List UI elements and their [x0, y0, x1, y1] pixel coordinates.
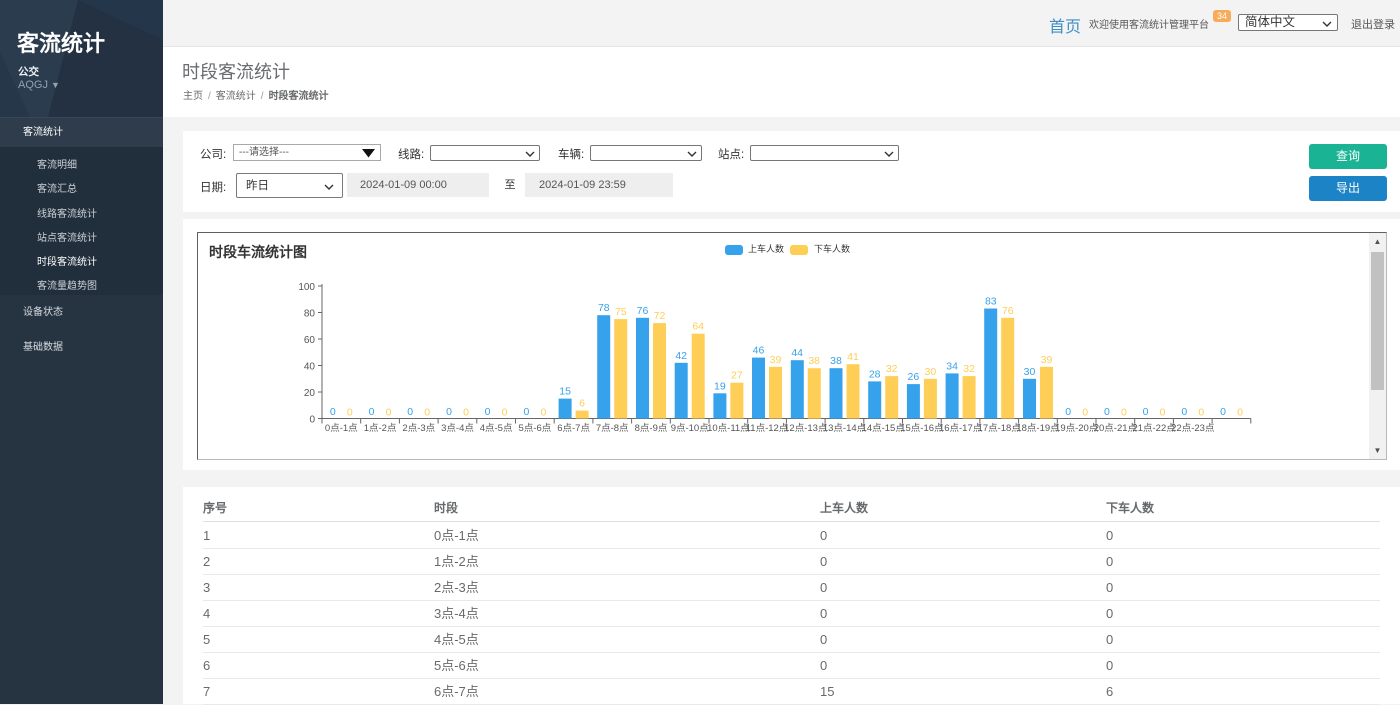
svg-text:100: 100: [298, 282, 315, 293]
svg-text:5点-6点: 5点-6点: [519, 423, 552, 434]
svg-text:6点-7点: 6点-7点: [557, 423, 590, 434]
svg-text:83: 83: [985, 296, 997, 308]
svg-text:0: 0: [369, 406, 375, 418]
svg-text:32: 32: [963, 363, 975, 375]
svg-text:20: 20: [304, 388, 316, 399]
svg-text:20点-21点: 20点-21点: [1094, 423, 1138, 434]
svg-text:64: 64: [692, 321, 704, 333]
svg-text:44: 44: [791, 347, 803, 359]
svg-text:0: 0: [1220, 406, 1226, 418]
svg-text:34: 34: [946, 360, 958, 372]
svg-text:0: 0: [1160, 406, 1166, 418]
svg-text:22点-23点: 22点-23点: [1171, 423, 1215, 434]
svg-text:0: 0: [446, 406, 452, 418]
svg-text:0: 0: [424, 406, 430, 418]
svg-text:21点-22点: 21点-22点: [1132, 423, 1176, 434]
svg-text:0: 0: [1121, 406, 1127, 418]
svg-text:16点-17点: 16点-17点: [939, 423, 983, 434]
svg-text:10点-11点: 10点-11点: [707, 423, 750, 434]
svg-text:0: 0: [386, 406, 392, 418]
svg-text:0: 0: [1143, 406, 1149, 418]
svg-text:76: 76: [1002, 305, 1014, 317]
svg-text:15点-16点: 15点-16点: [900, 423, 944, 434]
svg-text:78: 78: [598, 302, 610, 314]
svg-text:26: 26: [908, 371, 920, 383]
svg-text:13点-14点: 13点-14点: [823, 423, 867, 434]
svg-text:39: 39: [1041, 354, 1053, 366]
svg-text:0: 0: [1181, 406, 1187, 418]
svg-text:0: 0: [407, 406, 413, 418]
svg-text:46: 46: [753, 345, 765, 357]
svg-text:42: 42: [675, 350, 687, 362]
svg-text:4点-5点: 4点-5点: [480, 423, 513, 434]
svg-text:38: 38: [808, 355, 820, 367]
svg-text:9点-10点: 9点-10点: [671, 423, 710, 434]
svg-text:39: 39: [770, 354, 782, 366]
svg-text:12点-13点: 12点-13点: [784, 423, 828, 434]
svg-text:60: 60: [304, 335, 316, 346]
svg-text:80: 80: [304, 309, 316, 320]
svg-text:0: 0: [485, 406, 491, 418]
svg-text:0: 0: [1237, 406, 1243, 418]
svg-text:38: 38: [830, 355, 842, 367]
svg-text:14点-15点: 14点-15点: [862, 423, 906, 434]
svg-text:0: 0: [1082, 406, 1088, 418]
svg-text:19点-20点: 19点-20点: [1055, 423, 1099, 434]
svg-text:6: 6: [579, 398, 585, 410]
svg-text:18点-19点: 18点-19点: [1016, 423, 1060, 434]
svg-text:7点-8点: 7点-8点: [596, 423, 629, 434]
svg-text:0: 0: [309, 415, 315, 426]
svg-text:11点-12点: 11点-12点: [746, 423, 789, 434]
svg-text:0: 0: [347, 406, 353, 418]
svg-text:30: 30: [925, 366, 937, 378]
svg-text:27: 27: [731, 370, 743, 382]
svg-text:3点-4点: 3点-4点: [441, 423, 474, 434]
svg-text:0: 0: [1198, 406, 1204, 418]
svg-text:76: 76: [637, 305, 649, 317]
svg-text:75: 75: [615, 306, 627, 318]
svg-text:2点-3点: 2点-3点: [402, 423, 435, 434]
svg-text:0: 0: [502, 406, 508, 418]
svg-text:0点-1点: 0点-1点: [325, 423, 358, 434]
svg-text:30: 30: [1024, 366, 1036, 378]
svg-text:0: 0: [1104, 406, 1110, 418]
svg-text:41: 41: [847, 351, 859, 363]
svg-text:8点-9点: 8点-9点: [635, 423, 668, 434]
svg-text:0: 0: [463, 406, 469, 418]
svg-text:19: 19: [714, 380, 726, 392]
svg-text:72: 72: [654, 310, 666, 322]
svg-text:0: 0: [1065, 406, 1071, 418]
svg-text:1点-2点: 1点-2点: [364, 423, 397, 434]
svg-text:32: 32: [886, 363, 898, 375]
svg-text:0: 0: [330, 406, 336, 418]
svg-text:28: 28: [869, 368, 881, 380]
svg-text:17点-18点: 17点-18点: [978, 423, 1022, 434]
svg-text:0: 0: [540, 406, 546, 418]
svg-text:0: 0: [523, 406, 529, 418]
svg-text:40: 40: [304, 362, 316, 373]
svg-text:15: 15: [559, 386, 571, 398]
